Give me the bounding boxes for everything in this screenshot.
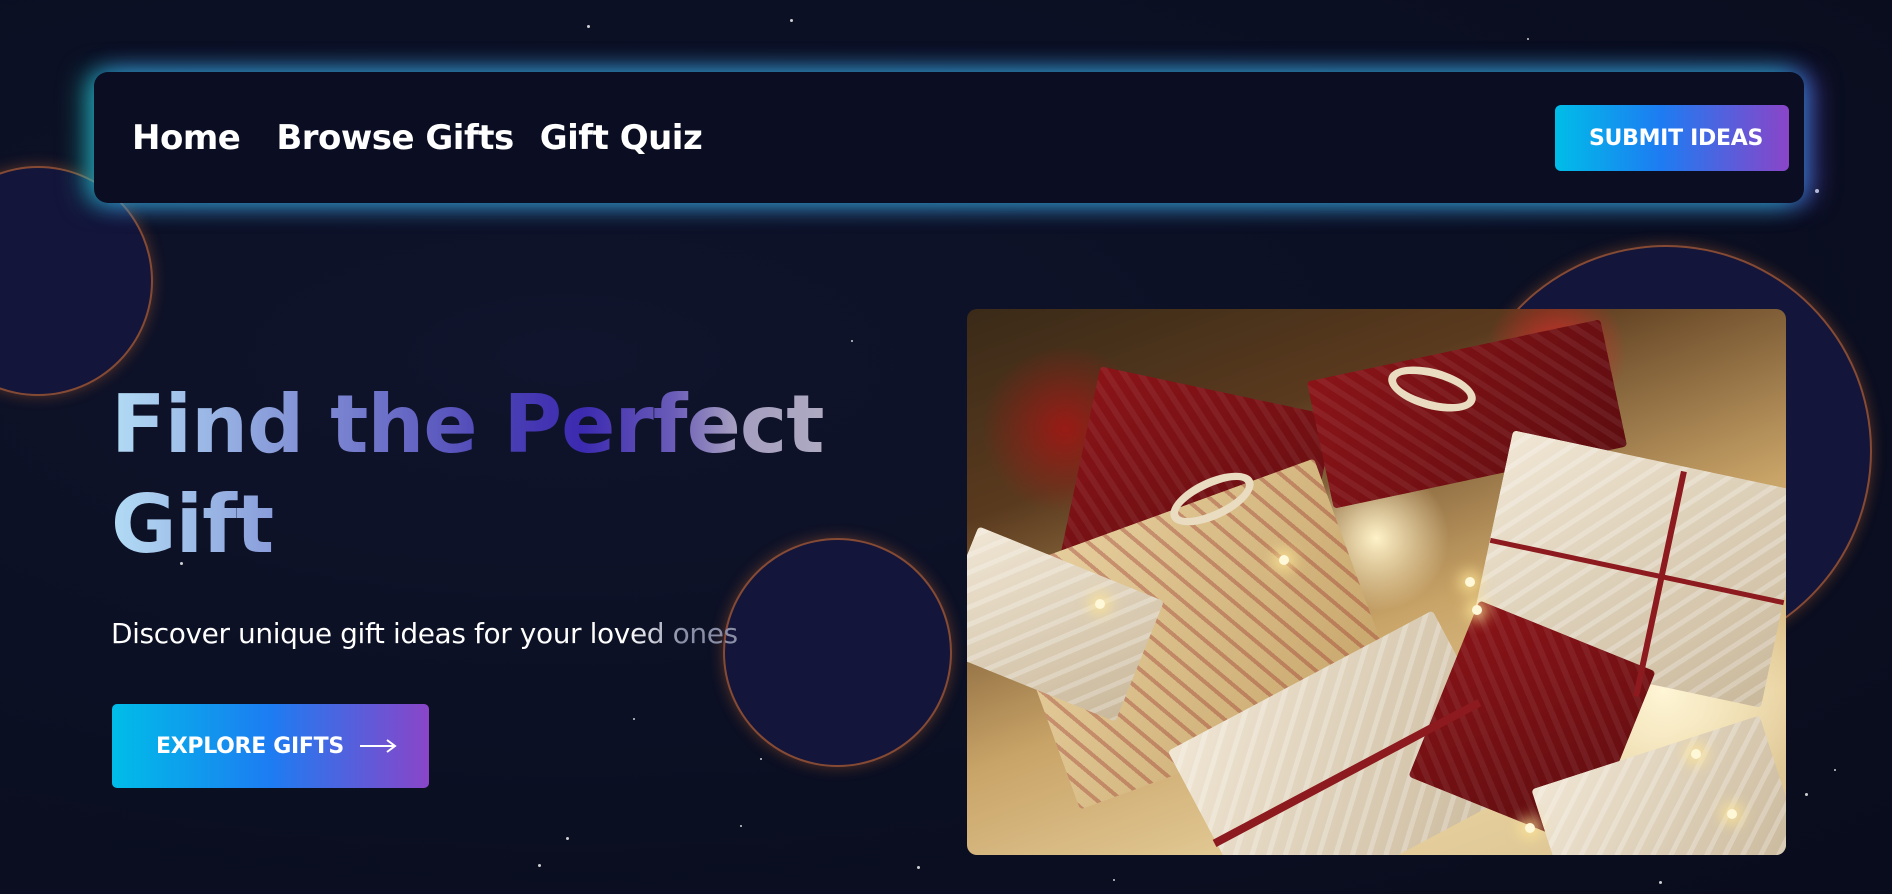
christmas-gifts-image (967, 309, 1786, 855)
nav-link-gift-quiz[interactable]: Gift Quiz (540, 118, 703, 158)
star (1834, 769, 1836, 771)
submit-ideas-button[interactable]: SUBMIT IDEAS (1555, 105, 1789, 171)
star (851, 340, 853, 342)
explore-gifts-label: EXPLORE GIFTS (156, 733, 344, 759)
explore-gifts-button[interactable]: EXPLORE GIFTS (112, 704, 429, 788)
star (740, 825, 742, 827)
hero-subtitle: Discover unique gift ideas for your love… (111, 612, 791, 656)
star (790, 19, 793, 22)
star (633, 718, 635, 720)
navbar: Home Browse Gifts Gift Quiz SUBMIT IDEAS (94, 72, 1804, 203)
star (538, 864, 541, 867)
nav-link-home[interactable]: Home (132, 118, 241, 158)
hero-title: Find the Perfect Gift (111, 375, 871, 575)
star (1805, 793, 1808, 796)
star (566, 837, 569, 840)
fairy-light (1525, 823, 1535, 833)
star (917, 866, 920, 869)
star (1113, 879, 1115, 881)
fairy-light (1727, 809, 1737, 819)
fairy-light (1691, 749, 1701, 759)
nav-links: Home Browse Gifts Gift Quiz (132, 118, 703, 158)
fairy-light (1465, 577, 1475, 587)
fairy-light (1095, 599, 1105, 609)
star (1659, 881, 1662, 884)
fairy-light (1472, 605, 1482, 615)
nav-link-browse-gifts[interactable]: Browse Gifts (276, 118, 514, 158)
page: Home Browse Gifts Gift Quiz SUBMIT IDEAS… (0, 0, 1892, 894)
fairy-light (1279, 555, 1289, 565)
star (587, 25, 590, 28)
star (1527, 38, 1529, 40)
star (760, 758, 762, 760)
arrow-right-icon (359, 739, 397, 753)
star (1815, 189, 1819, 193)
